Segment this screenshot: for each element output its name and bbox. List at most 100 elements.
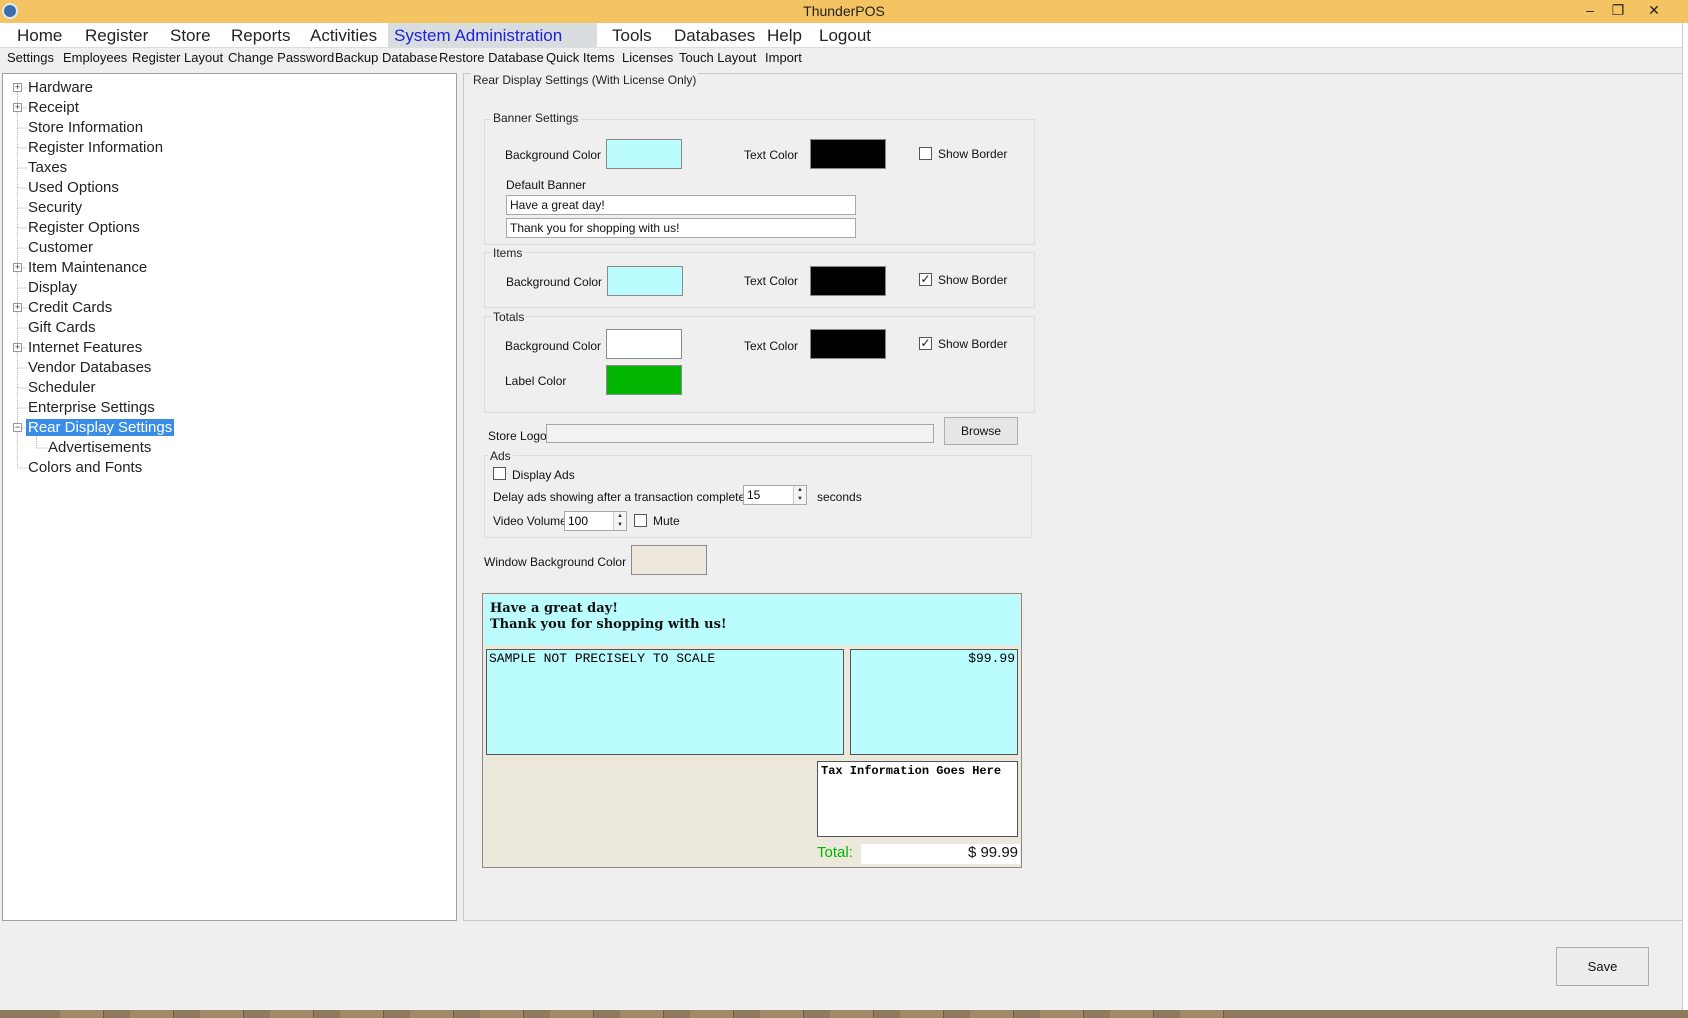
tree-item-rear-display-settings[interactable]: Rear Display Settings (26, 419, 175, 437)
tree-item-receipt[interactable]: Receipt (28, 99, 79, 117)
display-ads-checkbox[interactable] (493, 467, 506, 480)
tree-item-security[interactable]: Security (28, 199, 82, 217)
menu-system-administration[interactable]: System Administration (388, 23, 597, 48)
submenu-quick-items[interactable]: Quick Items (546, 50, 615, 65)
video-volume-value: 100 (568, 514, 589, 528)
window-background-label: Window Background Color (484, 555, 627, 569)
taskbar-button[interactable] (760, 1010, 804, 1018)
totals-text-color-swatch[interactable] (810, 329, 886, 359)
tree-item-register-options[interactable]: Register Options (28, 219, 140, 237)
default-banner-label: Default Banner (506, 178, 587, 192)
menu-store[interactable]: Store (164, 23, 217, 48)
taskbar-button[interactable] (690, 1010, 734, 1018)
submenu-register-layout[interactable]: Register Layout (132, 50, 223, 65)
submenu-touch-layout[interactable]: Touch Layout (679, 50, 756, 65)
tree-item-taxes[interactable]: Taxes (28, 159, 67, 177)
taskbar-button[interactable] (1180, 1010, 1224, 1018)
save-button[interactable]: Save (1556, 947, 1649, 986)
restore-button[interactable]: ❐ (1604, 0, 1632, 22)
tree-item-vendor-databases[interactable]: Vendor Databases (28, 359, 151, 377)
submenu-restore-database[interactable]: Restore Database (439, 50, 544, 65)
menu-reports[interactable]: Reports (225, 23, 297, 48)
submenu-backup-database[interactable]: Backup Database (335, 50, 438, 65)
totals-label-color-swatch[interactable] (606, 365, 682, 395)
taskbar-button[interactable] (620, 1010, 664, 1018)
submenu-import[interactable]: Import (765, 50, 802, 65)
delay-seconds-stepper[interactable]: 15 ▲ ▼ (743, 485, 807, 505)
taskbar-button[interactable] (970, 1010, 1014, 1018)
banner-text-color-swatch[interactable] (810, 139, 886, 169)
taskbar-button[interactable] (200, 1010, 244, 1018)
default-banner-line1-input[interactable]: Have a great day! (506, 195, 856, 215)
tree-item-colors-and-fonts[interactable]: Colors and Fonts (28, 459, 142, 477)
totals-show-border-checkbox[interactable]: ✓ (919, 337, 932, 350)
items-show-border-label: Show Border (938, 273, 1008, 287)
store-logo-input[interactable] (546, 424, 934, 443)
expand-internet-features-icon[interactable]: + (13, 343, 22, 352)
browse-button[interactable]: Browse (944, 417, 1018, 445)
taskbar-button[interactable] (340, 1010, 384, 1018)
tree-item-used-options[interactable]: Used Options (28, 179, 119, 197)
menu-activities[interactable]: Activities (304, 23, 383, 48)
tree-item-scheduler[interactable]: Scheduler (28, 379, 96, 397)
tree-item-item-maintenance[interactable]: Item Maintenance (28, 259, 147, 277)
tree-item-display[interactable]: Display (28, 279, 77, 297)
menu-tools[interactable]: Tools (606, 23, 658, 48)
mute-checkbox[interactable] (634, 514, 647, 527)
submenu-licenses[interactable]: Licenses (622, 50, 673, 65)
tree-item-enterprise-settings[interactable]: Enterprise Settings (28, 399, 155, 417)
taskbar-button[interactable] (410, 1010, 454, 1018)
totals-label-color-label: Label Color (505, 374, 567, 388)
taskbar-button[interactable] (60, 1010, 104, 1018)
menu-logout[interactable]: Logout (813, 23, 877, 48)
taskbar-button[interactable] (480, 1010, 524, 1018)
expand-hardware-icon[interactable]: + (13, 83, 22, 92)
tree-item-credit-cards[interactable]: Credit Cards (28, 299, 112, 317)
preview-price-area: $99.99 (850, 649, 1018, 755)
submenu-settings[interactable]: Settings (7, 50, 54, 65)
items-show-border-checkbox[interactable]: ✓ (919, 273, 932, 286)
tree-item-store-information[interactable]: Store Information (28, 119, 143, 137)
menu-register[interactable]: Register (79, 23, 154, 48)
tree-item-gift-cards[interactable]: Gift Cards (28, 319, 96, 337)
main-menu: Home Register Store Reports Activities S… (0, 23, 1688, 48)
submenu-employees[interactable]: Employees (63, 50, 127, 65)
tree-item-hardware[interactable]: Hardware (28, 79, 93, 97)
expand-item-maintenance-icon[interactable]: + (13, 263, 22, 272)
taskbar-button[interactable] (1040, 1010, 1084, 1018)
default-banner-line2-input[interactable]: Thank you for shopping with us! (506, 218, 856, 238)
banner-show-border-checkbox[interactable] (919, 147, 932, 160)
totals-legend: Totals (491, 310, 527, 324)
collapse-rear-display-icon[interactable]: − (13, 423, 22, 432)
tree-item-internet-features[interactable]: Internet Features (28, 339, 142, 357)
sub-menu: Settings Employees Register Layout Chang… (0, 48, 1688, 72)
items-text-color-swatch[interactable] (810, 266, 886, 296)
window-title: ThunderPOS (803, 3, 885, 19)
items-background-swatch[interactable] (607, 266, 683, 296)
minimize-button[interactable]: ‒ (1576, 0, 1604, 22)
tree-item-customer[interactable]: Customer (28, 239, 93, 257)
tree-item-register-information[interactable]: Register Information (28, 139, 163, 157)
video-volume-stepper[interactable]: 100 ▲ ▼ (564, 511, 627, 531)
taskbar-button[interactable] (550, 1010, 594, 1018)
banner-background-swatch[interactable] (606, 139, 682, 169)
taskbar-button[interactable] (270, 1010, 314, 1018)
tree-item-advertisements[interactable]: Advertisements (48, 439, 151, 457)
delay-stepper-arrows-icon[interactable]: ▲ ▼ (793, 486, 806, 504)
menu-home[interactable]: Home (11, 23, 68, 48)
window-background-swatch[interactable] (631, 545, 707, 575)
totals-background-swatch[interactable] (606, 329, 682, 359)
items-background-label: Background Color (506, 275, 603, 289)
close-button[interactable]: ✕ (1640, 0, 1668, 22)
menu-help[interactable]: Help (761, 23, 808, 48)
expand-credit-cards-icon[interactable]: + (13, 303, 22, 312)
taskbar-button[interactable] (1110, 1010, 1154, 1018)
submenu-change-password[interactable]: Change Password (228, 50, 334, 65)
expand-receipt-icon[interactable]: + (13, 103, 22, 112)
volume-stepper-arrows-icon[interactable]: ▲ ▼ (613, 512, 626, 530)
taskbar-button[interactable] (900, 1010, 944, 1018)
taskbar (0, 1010, 1688, 1018)
taskbar-button[interactable] (830, 1010, 874, 1018)
menu-databases[interactable]: Databases (668, 23, 761, 48)
taskbar-button[interactable] (130, 1010, 174, 1018)
